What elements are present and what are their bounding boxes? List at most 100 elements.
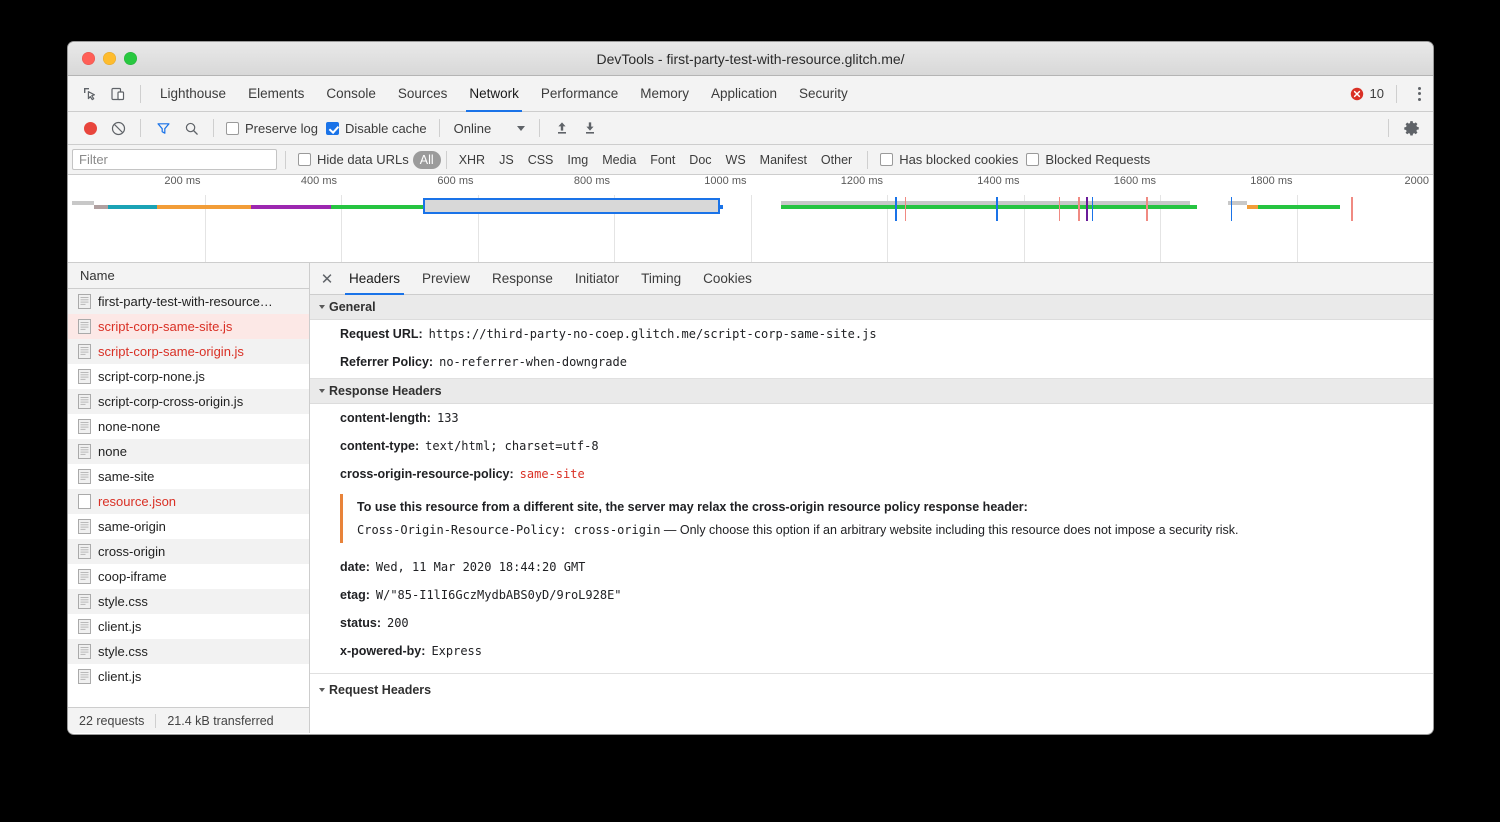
- request-row[interactable]: script-corp-same-site.js: [68, 314, 309, 339]
- headers-body: General Request URL: https://third-party…: [310, 295, 1433, 733]
- filter-type-all[interactable]: All: [413, 151, 441, 169]
- tab-label: Network: [469, 86, 519, 101]
- record-button[interactable]: [76, 114, 104, 142]
- request-name: same-origin: [98, 519, 166, 534]
- tab-memory[interactable]: Memory: [629, 76, 700, 112]
- callout-text: Cross-Origin-Resource-Policy: cross-orig…: [357, 523, 1423, 537]
- request-row[interactable]: first-party-test-with-resource…: [68, 289, 309, 314]
- detail-tab-label: Response: [492, 271, 553, 286]
- search-input[interactable]: [72, 149, 277, 170]
- filter-type-manifest[interactable]: Manifest: [753, 151, 814, 169]
- download-har-icon[interactable]: [576, 114, 604, 142]
- has-blocked-cookies-label: Has blocked cookies: [899, 152, 1018, 167]
- filter-type-xhr[interactable]: XHR: [452, 151, 492, 169]
- inspect-element-icon[interactable]: [76, 80, 104, 108]
- request-name: client.js: [98, 669, 141, 684]
- request-row[interactable]: script-corp-cross-origin.js: [68, 389, 309, 414]
- timeline-band: [72, 201, 94, 205]
- status-badge[interactable]: 10: [1350, 86, 1388, 101]
- throttle-value: Online: [454, 121, 492, 136]
- timeline-selection-window[interactable]: [423, 198, 720, 214]
- document-icon: [78, 419, 91, 434]
- overview-timeline[interactable]: 200 ms400 ms600 ms800 ms1000 ms1200 ms14…: [68, 175, 1433, 263]
- tab-label: Memory: [640, 86, 689, 101]
- timeline-event-line: [1086, 197, 1088, 221]
- section-general[interactable]: General: [310, 295, 1433, 320]
- header-row: content-length: 133: [310, 404, 1433, 432]
- has-blocked-cookies-toggle[interactable]: Has blocked cookies: [876, 152, 1022, 167]
- tab-elements[interactable]: Elements: [237, 76, 315, 112]
- upload-har-icon[interactable]: [548, 114, 576, 142]
- filter-icon[interactable]: [149, 114, 177, 142]
- tab-timing[interactable]: Timing: [630, 263, 692, 295]
- disable-cache-toggle[interactable]: Disable cache: [322, 121, 431, 136]
- tab-sources[interactable]: Sources: [387, 76, 459, 112]
- has-blocked-cookies-checkbox[interactable]: [880, 153, 893, 166]
- filter-type-doc[interactable]: Doc: [682, 151, 718, 169]
- request-row[interactable]: none: [68, 439, 309, 464]
- tab-security[interactable]: Security: [788, 76, 859, 112]
- tab-response[interactable]: Response: [481, 263, 564, 295]
- disable-cache-checkbox[interactable]: [326, 122, 339, 135]
- request-name: coop-iframe: [98, 569, 167, 584]
- request-row[interactable]: coop-iframe: [68, 564, 309, 589]
- toolbar-divider-2: [1396, 85, 1397, 103]
- tab-network[interactable]: Network: [458, 76, 530, 112]
- toolbar-divider: [140, 85, 141, 103]
- section-response-headers[interactable]: Response Headers: [310, 379, 1433, 404]
- window-title: DevTools - first-party-test-with-resourc…: [68, 51, 1433, 67]
- request-name: cross-origin: [98, 544, 165, 559]
- tab-performance[interactable]: Performance: [530, 76, 629, 112]
- request-row[interactable]: script-corp-same-origin.js: [68, 339, 309, 364]
- tab-initiator[interactable]: Initiator: [564, 263, 630, 295]
- request-list-header[interactable]: Name: [68, 263, 309, 289]
- request-row[interactable]: style.css: [68, 639, 309, 664]
- blocked-requests-checkbox[interactable]: [1026, 153, 1039, 166]
- request-row[interactable]: script-corp-none.js: [68, 364, 309, 389]
- timeline-tick-label: 400 ms: [301, 175, 341, 187]
- detail-tab-label: Initiator: [575, 271, 619, 286]
- tab-console[interactable]: Console: [315, 76, 387, 112]
- device-toolbar-icon[interactable]: [104, 80, 132, 108]
- request-row[interactable]: resource.json: [68, 489, 309, 514]
- tab-cookies[interactable]: Cookies: [692, 263, 763, 295]
- preserve-log-checkbox[interactable]: [226, 122, 239, 135]
- search-icon[interactable]: [177, 114, 205, 142]
- filter-type-img[interactable]: Img: [560, 151, 595, 169]
- close-icon[interactable]: ✕: [316, 268, 338, 290]
- request-row[interactable]: none-none: [68, 414, 309, 439]
- request-row[interactable]: client.js: [68, 664, 309, 689]
- filter-type-js[interactable]: JS: [492, 151, 521, 169]
- gear-icon[interactable]: [1397, 114, 1425, 142]
- request-row[interactable]: cross-origin: [68, 539, 309, 564]
- timeline-tick-label: 1200 ms: [841, 175, 887, 187]
- section-title: Response Headers: [329, 384, 442, 398]
- request-name: none: [98, 444, 127, 459]
- document-icon: [78, 569, 91, 584]
- request-row[interactable]: client.js: [68, 614, 309, 639]
- clear-button[interactable]: [104, 114, 132, 142]
- tab-lighthouse[interactable]: Lighthouse: [149, 76, 237, 112]
- callout-explanation: — Only choose this option if an arbitrar…: [660, 523, 1238, 537]
- document-icon: [78, 344, 91, 359]
- throttle-select[interactable]: Online: [448, 121, 532, 136]
- section-request-headers[interactable]: Request Headers: [310, 674, 1433, 702]
- preserve-log-toggle[interactable]: Preserve log: [222, 121, 322, 136]
- more-options-icon[interactable]: [1405, 80, 1433, 108]
- request-row[interactable]: same-site: [68, 464, 309, 489]
- filter-type-font[interactable]: Font: [643, 151, 682, 169]
- tab-application[interactable]: Application: [700, 76, 788, 112]
- filter-type-ws[interactable]: WS: [719, 151, 753, 169]
- hide-data-urls-toggle[interactable]: Hide data URLs: [294, 152, 413, 167]
- request-row[interactable]: same-origin: [68, 514, 309, 539]
- filter-type-other[interactable]: Other: [814, 151, 859, 169]
- request-row[interactable]: style.css: [68, 589, 309, 614]
- hide-data-urls-checkbox[interactable]: [298, 153, 311, 166]
- tab-headers[interactable]: Headers: [338, 263, 411, 295]
- header-row: Request URL: https://third-party-no-coep…: [310, 320, 1433, 348]
- filter-type-css[interactable]: CSS: [521, 151, 561, 169]
- tab-preview[interactable]: Preview: [411, 263, 481, 295]
- blocked-requests-toggle[interactable]: Blocked Requests: [1022, 152, 1154, 167]
- request-list[interactable]: first-party-test-with-resource…script-co…: [68, 289, 309, 707]
- filter-type-media[interactable]: Media: [595, 151, 643, 169]
